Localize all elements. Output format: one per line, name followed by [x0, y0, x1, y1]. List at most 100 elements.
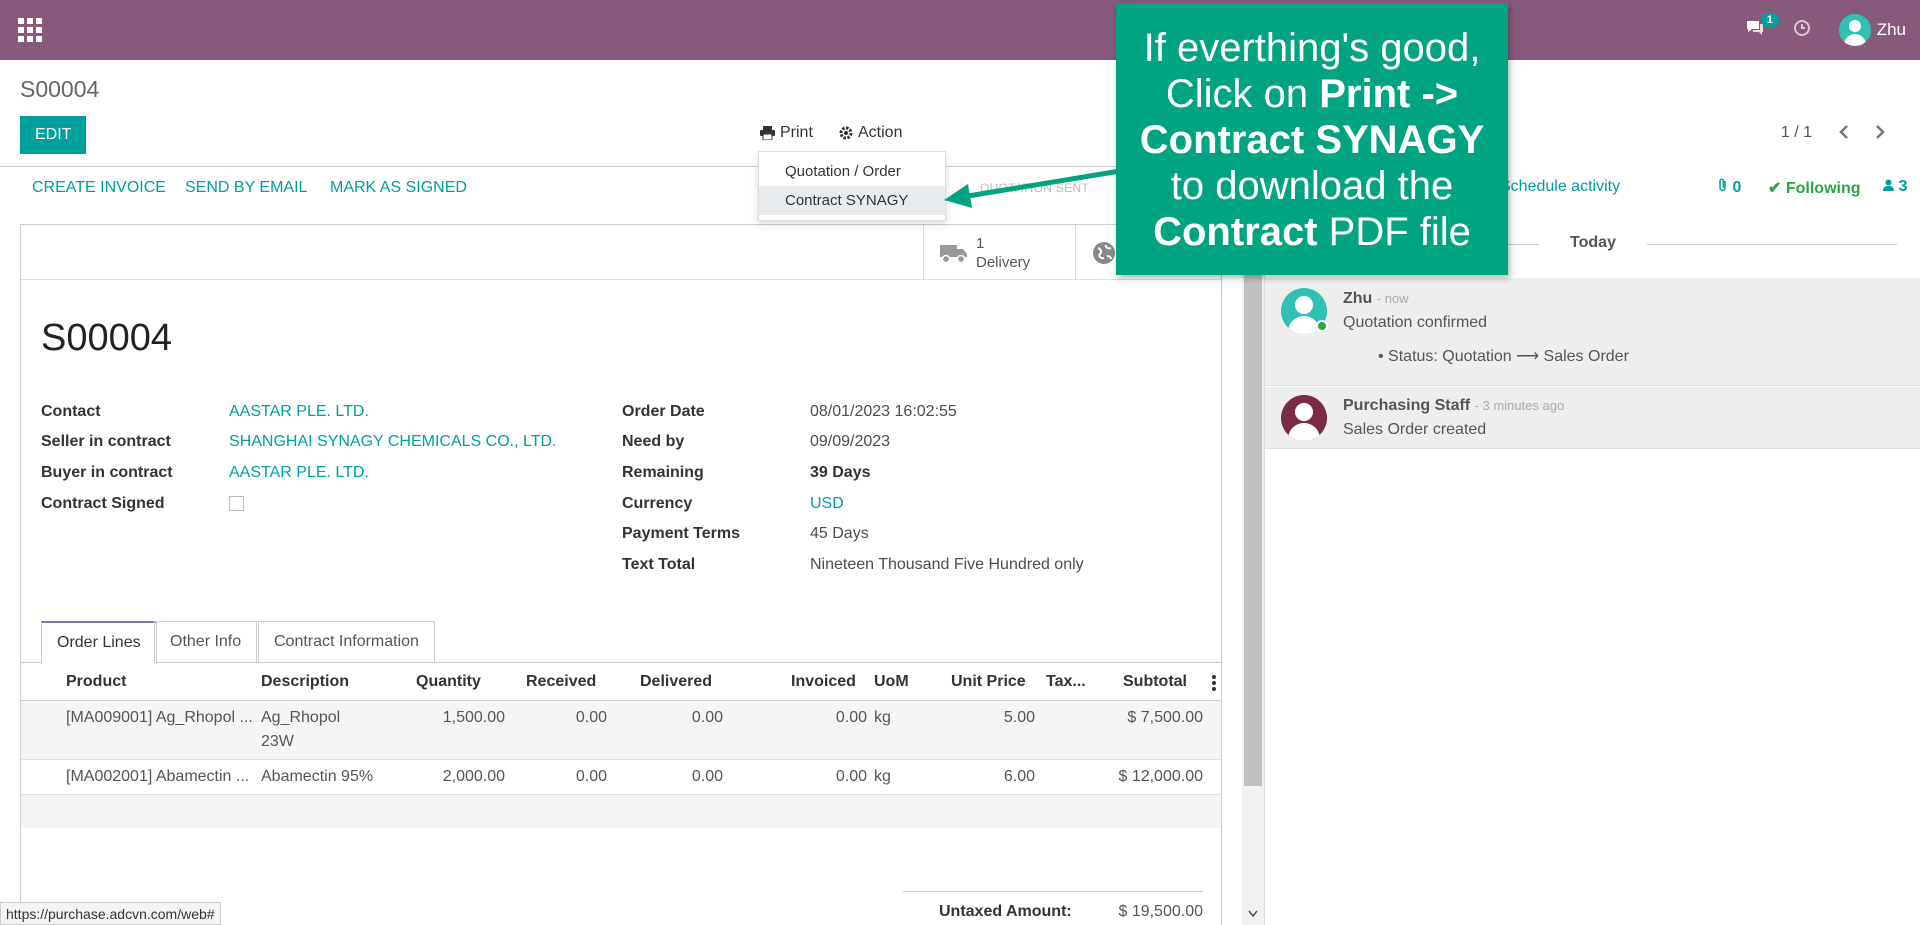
paperclip-icon	[1719, 178, 1726, 192]
message-time: - now	[1376, 291, 1409, 306]
delivery-smart-button[interactable]: 1 Delivery	[923, 225, 1075, 280]
text-total-label: Text Total	[622, 556, 696, 573]
edit-button[interactable]: EDIT	[20, 116, 87, 154]
row-subtotal: $ 12,000.00	[1118, 768, 1203, 785]
following-label: Following	[1785, 180, 1861, 197]
print-contract-synagy[interactable]: Contract SYNAGY	[759, 186, 945, 215]
col-quantity[interactable]: Quantity	[416, 673, 481, 691]
col-description[interactable]: Description	[261, 673, 349, 691]
tab-other-info[interactable]: Other Info	[154, 621, 258, 663]
buyer-link[interactable]: AASTAR PLE. LTD.	[229, 464, 369, 482]
contract-signed-label: Contract Signed	[41, 495, 165, 512]
user-avatar	[1838, 14, 1871, 46]
tab-contract-information[interactable]: Contract Information	[258, 621, 435, 663]
followers-count: 3	[1898, 178, 1908, 195]
callout-line-2: Click on Print ->	[1116, 71, 1508, 117]
col-unit-price[interactable]: Unit Price	[951, 673, 1026, 691]
clock-icon	[1793, 19, 1810, 36]
create-invoice-button[interactable]: CREATE INVOICE	[32, 179, 166, 197]
payment-terms-label: Payment Terms	[622, 525, 740, 542]
callout-line-4: to download the	[1170, 164, 1454, 208]
row-description: Abamectin 95%	[261, 768, 374, 785]
scroll-down-icon[interactable]	[1248, 910, 1258, 918]
mark-as-signed-button[interactable]: MARK AS SIGNED	[330, 179, 467, 197]
row-delivered: 0.00	[691, 709, 723, 726]
form-scrollbar[interactable]	[1242, 210, 1264, 925]
seller-link[interactable]: SHANGHAI SYNAGY CHEMICALS CO., LTD.	[229, 433, 556, 451]
row-uom: kg	[874, 709, 891, 726]
message-author[interactable]: Purchasing Staff - 3 minutes ago	[1343, 397, 1564, 415]
author-name: Zhu	[1343, 290, 1373, 307]
callout-text: Click on	[1165, 72, 1320, 116]
form-sheet: 1 Delivery S00004 Contact AASTAR PLE. LT…	[20, 224, 1222, 925]
print-button[interactable]: Print	[760, 124, 813, 142]
message-time: - 3 minutes ago	[1474, 398, 1565, 413]
following-button[interactable]: ✔ Following	[1768, 178, 1861, 198]
followers-button[interactable]: 3	[1883, 178, 1907, 196]
document-title: S00004	[41, 317, 173, 359]
bullet-icon: •	[1378, 348, 1389, 365]
send-by-email-button[interactable]: SEND BY EMAIL	[185, 179, 307, 197]
callout-line-3: Contract SYNAGY	[1116, 117, 1508, 163]
messaging-menu[interactable]: 1	[1745, 12, 1779, 42]
col-taxes[interactable]: Tax...	[1046, 673, 1086, 691]
callout-bold: Print ->	[1319, 72, 1459, 116]
callout-bold: Contract SYNAGY	[1139, 118, 1485, 162]
print-icon	[760, 126, 775, 140]
smart-button-box: 1 Delivery	[21, 225, 1221, 280]
chatter-message: Zhu - now Quotation confirmed • Status: …	[1265, 278, 1920, 386]
contact-label: Contact	[41, 403, 101, 420]
attachments-button[interactable]: 0	[1718, 178, 1741, 197]
row-uom: kg	[874, 768, 891, 785]
chevron-left-icon	[1839, 125, 1848, 139]
col-uom[interactable]: UoM	[874, 673, 909, 691]
scrollbar-thumb[interactable]	[1244, 226, 1262, 786]
table-row[interactable]: [MA009001] Ag_Rhopol ... Ag_Rhopol 23W 1…	[21, 701, 1221, 760]
apps-menu-icon[interactable]	[18, 18, 44, 42]
payment-terms-value: 45 Days	[810, 525, 869, 542]
author-avatar[interactable]	[1281, 395, 1327, 441]
pager-value[interactable]: 1 / 1	[1781, 124, 1812, 142]
pager-previous-button[interactable]	[1838, 124, 1850, 145]
action-label: Action	[858, 124, 903, 141]
row-quantity: 1,500.00	[442, 709, 505, 726]
schedule-activity-button[interactable]: Schedule activity	[1500, 178, 1620, 196]
print-dropdown-menu: Quotation / Order Contract SYNAGY	[758, 151, 946, 221]
activity-menu[interactable]	[1793, 19, 1811, 42]
table-row[interactable]: [MA002001] Abamectin ... Abamectin 95% 2…	[21, 760, 1221, 795]
row-invoiced: 0.00	[835, 768, 867, 785]
col-received[interactable]: Received	[526, 673, 596, 691]
user-name: Zhu	[1876, 20, 1906, 39]
untaxed-amount-label: Untaxed Amount:	[939, 903, 1072, 920]
tracking-old: Status: Quotation	[1388, 348, 1512, 365]
need-by-value: 09/09/2023	[810, 433, 891, 450]
text-total-value: Nineteen Thousand Five Hundred only	[810, 556, 1084, 573]
empty-row	[21, 795, 1221, 828]
delivery-stat: 1 Delivery	[976, 234, 1030, 272]
col-delivered[interactable]: Delivered	[640, 673, 712, 691]
tab-order-lines[interactable]: Order Lines	[41, 621, 157, 664]
schedule-activity-label: Schedule activity	[1500, 178, 1621, 195]
row-description-cont: 23W	[261, 733, 294, 750]
message-author[interactable]: Zhu - now	[1343, 290, 1409, 308]
optional-columns-icon[interactable]	[1212, 675, 1216, 691]
col-subtotal[interactable]: Subtotal	[1123, 673, 1187, 691]
row-received: 0.00	[575, 709, 607, 726]
chatter: Schedule activity 0 ✔ Following 3 Today …	[1264, 166, 1920, 925]
currency-label: Currency	[622, 495, 693, 512]
contact-link[interactable]: AASTAR PLE. LTD.	[229, 403, 369, 421]
action-button[interactable]: Action	[839, 124, 902, 142]
user-menu[interactable]: Zhu	[1838, 14, 1906, 46]
row-description: Ag_Rhopol	[261, 709, 341, 726]
notebook-tabs: Order Lines Other Info Contract Informat…	[21, 621, 1221, 664]
col-product[interactable]: Product	[66, 673, 126, 691]
currency-link[interactable]: USD	[810, 495, 844, 513]
untaxed-amount-total: Untaxed Amount: $ 19,500.00	[903, 891, 1203, 925]
col-invoiced[interactable]: Invoiced	[791, 673, 856, 691]
message-count-badge: 1	[1760, 12, 1779, 27]
contract-signed-checkbox[interactable]	[229, 496, 244, 511]
print-quotation-order[interactable]: Quotation / Order	[759, 157, 945, 186]
pager-next-button[interactable]	[1874, 124, 1886, 145]
row-product: [MA002001] Abamectin ...	[66, 768, 250, 785]
callout-line-1: If everthing's good,	[1143, 26, 1481, 70]
